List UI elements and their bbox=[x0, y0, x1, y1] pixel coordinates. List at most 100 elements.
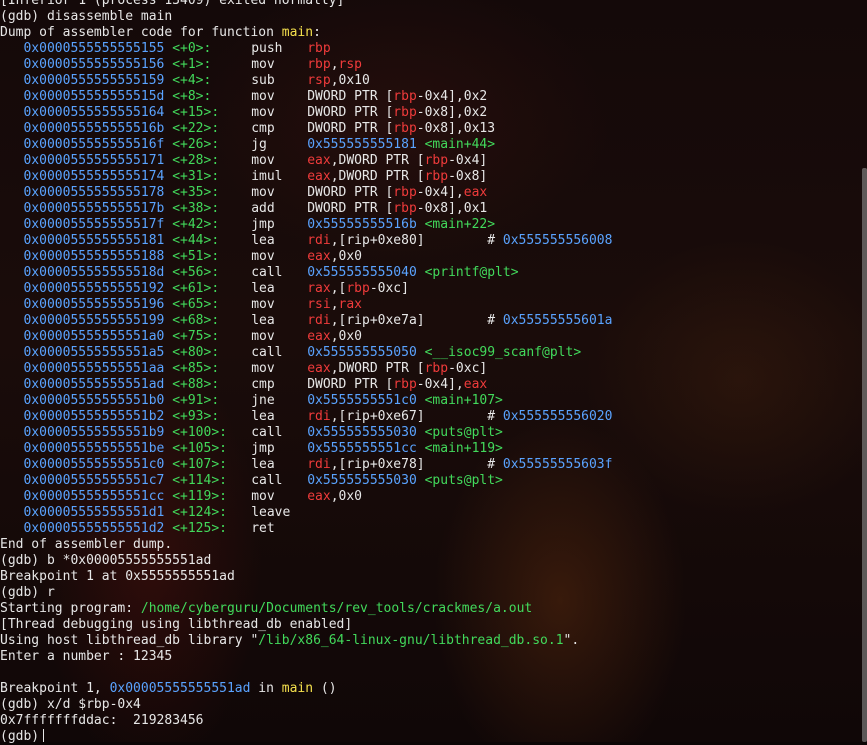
asm-operand bbox=[417, 393, 425, 408]
asm-spacer bbox=[164, 409, 172, 424]
asm-offset: <+15>: bbox=[172, 105, 220, 120]
terminal-line: (gdb) disassemble main bbox=[0, 9, 867, 25]
terminal-line: [Thread debugging using libthread_db ena… bbox=[0, 617, 867, 633]
asm-operand: 0x55555555601a bbox=[502, 313, 613, 328]
asm-operand: DWORD PTR [ bbox=[307, 121, 394, 136]
asm-spacer bbox=[164, 265, 172, 280]
asm-operand: rbp bbox=[393, 201, 417, 216]
asm-operand: 0x5555555551cc bbox=[307, 441, 417, 456]
asm-operand: 0x55555555603f bbox=[502, 457, 613, 472]
asm-address: 0x00005555555551d1 bbox=[23, 505, 165, 520]
scrollbar-thumb[interactable] bbox=[862, 168, 867, 742]
asm-instruction-row: 0x000055555555515d <+8>: mov DWORD PTR [rb… bbox=[0, 89, 867, 105]
asm-operand: -0x8],0x1 bbox=[416, 201, 488, 216]
asm-indent bbox=[0, 457, 23, 472]
asm-indent bbox=[0, 249, 23, 264]
asm-indent bbox=[0, 121, 23, 136]
asm-spacer bbox=[164, 201, 172, 216]
asm-address: 0x0000555555555181 bbox=[23, 233, 165, 248]
asm-mnemonic: call bbox=[251, 265, 283, 280]
asm-operand: rdi bbox=[307, 233, 331, 248]
asm-mnemonic: mov bbox=[251, 105, 275, 120]
asm-instruction-row: 0x00005555555551aa <+85>: mov eax,DWORD PT… bbox=[0, 361, 867, 377]
terminal-line: (gdb) x/d $rbp-0x4 bbox=[0, 697, 867, 713]
thread-debugging-message: [Thread debugging using libthread_db ena… bbox=[0, 617, 353, 632]
asm-offset: <+85>: bbox=[172, 361, 220, 376]
asm-operand: 0x555555555050 bbox=[307, 345, 417, 360]
asm-instruction-row: 0x0000555555555171 <+28>: mov eax,DWORD PT… bbox=[0, 153, 867, 169]
host-lib-path: /lib/x86_64-linux-gnu/libthread_db.so.1 bbox=[258, 633, 564, 648]
asm-address: 0x00005555555551a5 bbox=[23, 345, 165, 360]
asm-spacer bbox=[164, 473, 172, 488]
asm-instruction-row: 0x00005555555551d1 <+124>: leave bbox=[0, 505, 867, 521]
asm-operand: rbp bbox=[393, 105, 417, 120]
asm-spacer bbox=[164, 185, 172, 200]
asm-instruction-row: 0x00005555555551b0 <+91>: jne 0x5555555551… bbox=[0, 393, 867, 409]
asm-address: 0x0000555555555174 bbox=[23, 169, 165, 184]
terminal-input-line[interactable]: (gdb) bbox=[0, 729, 867, 745]
asm-spacer bbox=[164, 41, 172, 56]
asm-instruction-row: 0x0000555555555199 <+68>: lea rdi,[rip+0xe… bbox=[0, 313, 867, 329]
host-lib-suffix: ". bbox=[563, 633, 580, 648]
asm-indent bbox=[0, 409, 23, 424]
asm-indent bbox=[0, 153, 23, 168]
asm-operand bbox=[417, 473, 425, 488]
examine-value: : 219283456 bbox=[109, 713, 204, 728]
asm-offset: <+93>: bbox=[172, 409, 220, 424]
asm-instruction-row: 0x0000555555555159 <+4>: sub rsp,0x10 bbox=[0, 73, 867, 89]
asm-offset: <+114>: bbox=[172, 473, 227, 488]
asm-indent bbox=[0, 201, 23, 216]
asm-address: 0x00005555555551ad bbox=[23, 377, 165, 392]
asm-operand: rsi bbox=[307, 297, 331, 312]
asm-address: 0x00005555555551b0 bbox=[23, 393, 165, 408]
asm-operand: 0x555555555030 bbox=[307, 473, 417, 488]
asm-address: 0x000055555555515d bbox=[23, 89, 165, 104]
asm-operand: ,DWORD PTR [ bbox=[330, 153, 425, 168]
asm-indent bbox=[0, 425, 23, 440]
asm-offset: <+31>: bbox=[172, 169, 220, 184]
asm-operand: rbp bbox=[307, 57, 331, 72]
asm-operand: rax bbox=[338, 297, 362, 312]
asm-operand: rbp bbox=[424, 169, 449, 184]
asm-operand bbox=[417, 441, 425, 456]
asm-operand: -0x4], bbox=[416, 185, 464, 200]
dump-header-colon: : bbox=[313, 25, 321, 40]
asm-address: 0x00005555555551c0 bbox=[23, 457, 165, 472]
asm-address: 0x000055555555518d bbox=[23, 265, 165, 280]
asm-operand: rbp bbox=[393, 185, 417, 200]
asm-instruction-row: 0x0000555555555192 <+61>: lea rax,[rbp-0xc… bbox=[0, 281, 867, 297]
asm-indent bbox=[0, 377, 23, 392]
asm-offset: <+100>: bbox=[172, 425, 227, 440]
asm-indent bbox=[0, 281, 23, 296]
asm-operand: -0x4],0x2 bbox=[416, 89, 488, 104]
asm-indent bbox=[0, 329, 23, 344]
dump-function-name: main bbox=[281, 25, 314, 40]
asm-mnemonic: mov bbox=[251, 57, 275, 72]
asm-instruction-row: 0x000055555555516b <+22>: cmp DWORD PTR [r… bbox=[0, 121, 867, 137]
terminal-line: (gdb) b *0x00005555555551ad bbox=[0, 553, 867, 569]
asm-operand: ,0x10 bbox=[330, 73, 370, 88]
asm-mnemonic: lea bbox=[251, 313, 275, 328]
asm-instruction-row: 0x0000555555555155 <+0>: push rbp bbox=[0, 41, 867, 57]
asm-mnemonic: cmp bbox=[251, 121, 275, 136]
asm-operand: rax bbox=[307, 281, 331, 296]
asm-indent bbox=[0, 505, 23, 520]
asm-operand: <main+107> bbox=[424, 393, 503, 408]
asm-operand: 0x555555555040 bbox=[307, 265, 417, 280]
asm-mnemonic: mov bbox=[251, 329, 275, 344]
asm-instruction-row: 0x00005555555551d2 <+125>: ret bbox=[0, 521, 867, 537]
text-cursor bbox=[43, 729, 45, 742]
asm-offset: <+44>: bbox=[172, 233, 220, 248]
asm-operand: <main+119> bbox=[424, 441, 503, 456]
asm-offset: <+105>: bbox=[172, 441, 227, 456]
asm-address: 0x0000555555555164 bbox=[23, 105, 165, 120]
asm-spacer bbox=[164, 137, 172, 152]
asm-operand: DWORD PTR [ bbox=[307, 201, 394, 216]
terminal-line: Breakpoint 1, 0x00005555555551ad in main… bbox=[0, 681, 867, 697]
asm-operand: <printf@plt> bbox=[424, 265, 519, 280]
asm-offset: <+56>: bbox=[172, 265, 220, 280]
asm-operand: rbp bbox=[393, 121, 417, 136]
asm-operand bbox=[417, 217, 425, 232]
asm-instruction-row: 0x0000555555555156 <+1>: mov rbp,rsp bbox=[0, 57, 867, 73]
asm-operand: <puts@plt> bbox=[424, 473, 503, 488]
